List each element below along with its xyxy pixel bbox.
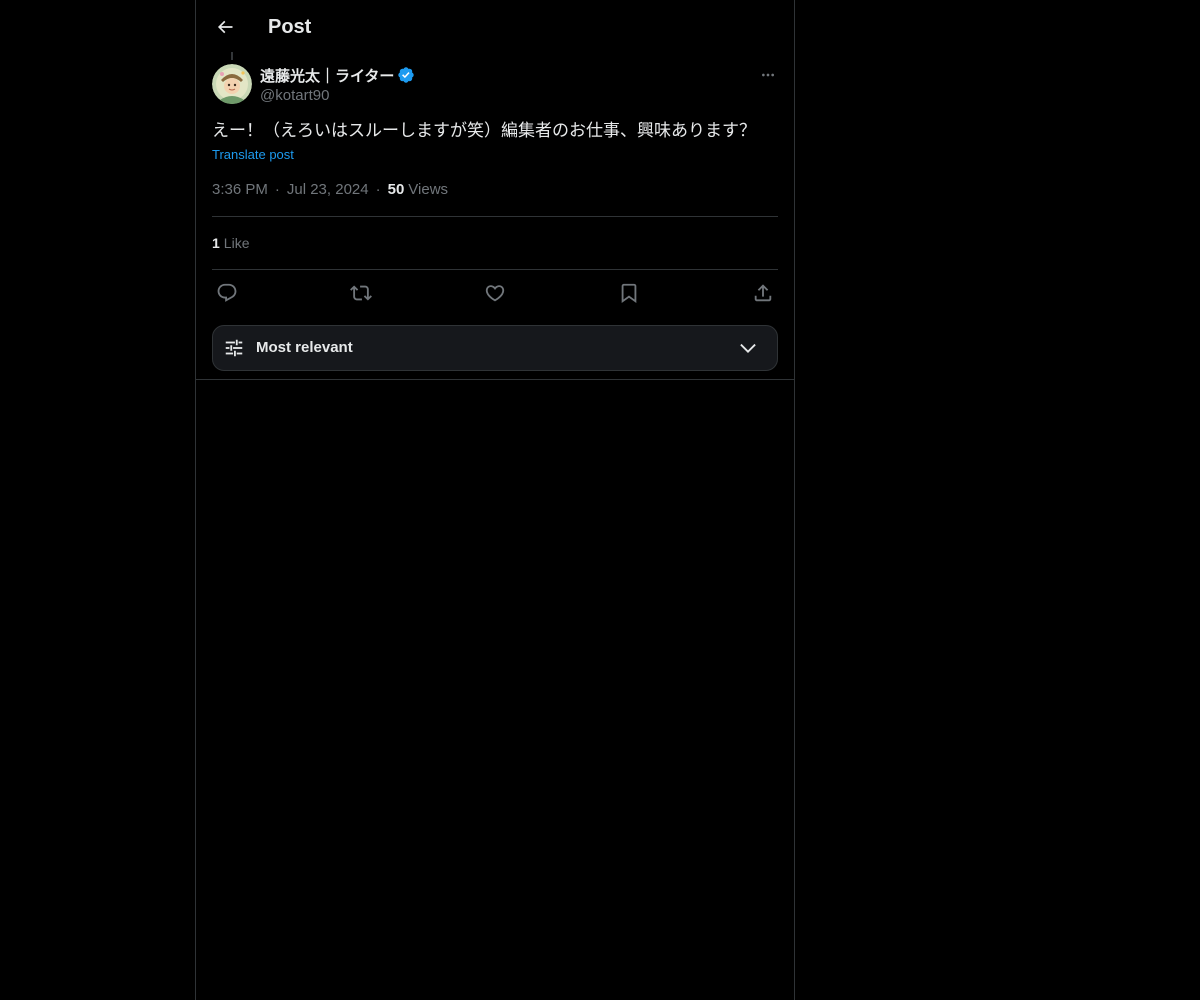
main-column: Post 遠藤光太｜ライター @kotart90 えー！（えろいはスルーしますが… [195,0,795,1000]
repost-button[interactable] [348,280,374,306]
likes-stat[interactable]: 1 Like [212,233,249,253]
author-name-row: 遠藤光太｜ライター [260,64,415,86]
sliders-icon [223,337,245,359]
share-icon [752,282,774,304]
chevron-down-icon [737,337,759,359]
divider [212,269,778,270]
post-meta: 3:36 PM · Jul 23, 2024 · 50 Views [212,180,448,200]
reply-button[interactable] [214,280,240,306]
translate-post-link[interactable]: Translate post [212,146,294,164]
page-title: Post [268,16,312,38]
verified-badge-icon[interactable] [397,66,415,84]
post-date[interactable]: Jul 23, 2024 [287,180,369,200]
views-label: Views [408,181,449,198]
like-button[interactable] [482,280,508,306]
meta-separator: · [375,181,381,198]
sort-label: Most relevant [256,339,353,356]
section-divider [196,379,794,380]
share-button[interactable] [750,280,776,306]
author-handle[interactable]: @kotart90 [260,86,329,106]
more-horizontal-icon [760,67,776,83]
divider [212,216,778,217]
likes-count: 1 [212,235,220,251]
thread-connector [231,52,233,60]
bookmark-icon [618,282,640,304]
author-display-name[interactable]: 遠藤光太｜ライター [260,65,394,86]
post-time[interactable]: 3:36 PM [212,180,268,200]
page-header: Post [196,0,794,53]
back-button[interactable] [208,10,242,44]
heart-icon [484,282,506,304]
likes-label: Like [223,235,250,251]
reply-icon [216,282,238,304]
replies-sort-dropdown[interactable]: Most relevant [212,325,778,371]
post-text: えー！（えろいはスルーしますが笑）編集者のお仕事、興味あります？ [212,121,756,140]
more-options-button[interactable] [756,64,780,86]
repost-icon [350,282,372,304]
bookmark-button[interactable] [616,280,642,306]
arrow-left-icon [215,17,235,37]
views-count: 50 [387,181,405,198]
meta-separator: · [274,181,280,198]
avatar[interactable] [212,64,252,104]
